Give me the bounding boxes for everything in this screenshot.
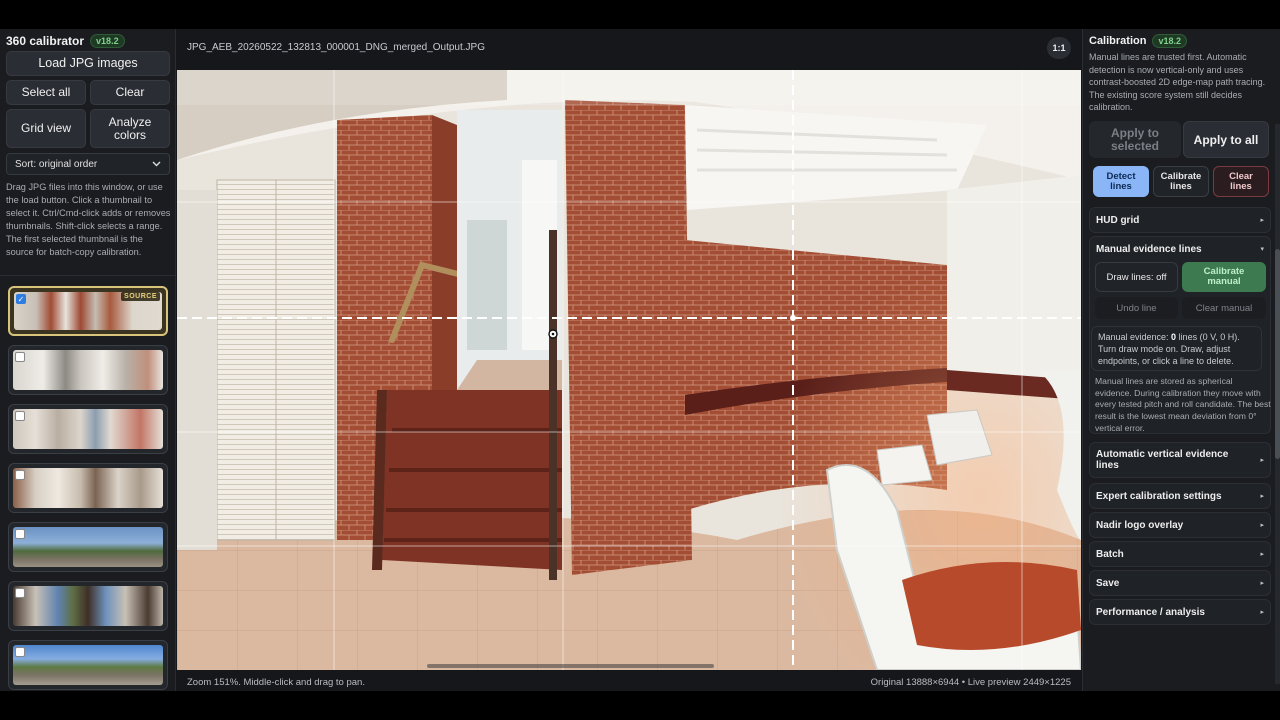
chevron-right-icon: ▸ bbox=[1260, 493, 1264, 500]
thumbnail-checkbox[interactable] bbox=[15, 529, 25, 539]
save-label: Save bbox=[1096, 577, 1120, 589]
manual-evidence-label: Manual evidence lines bbox=[1096, 243, 1202, 255]
clear-manual-button[interactable]: Clear manual bbox=[1182, 297, 1266, 319]
app-window: 360 calibrator v18.2 Load JPG images Sel… bbox=[0, 29, 1280, 691]
nadir-logo-label: Nadir logo overlay bbox=[1096, 519, 1184, 531]
evidence-prefix: Manual evidence: bbox=[1098, 332, 1172, 342]
thumbnail-4[interactable] bbox=[8, 463, 168, 513]
chevron-right-icon: ▸ bbox=[1260, 580, 1264, 587]
app-title: 360 calibrator v18.2 bbox=[6, 34, 125, 48]
manual-evidence-section[interactable]: Manual evidence lines ▾ bbox=[1089, 236, 1271, 262]
resolution-status: Original 13888×6944 • Live preview 2449×… bbox=[870, 677, 1071, 688]
auto-vertical-label: Automatic vertical evidence lines bbox=[1096, 449, 1229, 471]
calibration-panel: Calibration v18.2 Manual lines are trust… bbox=[1082, 29, 1280, 691]
batch-label: Batch bbox=[1096, 548, 1124, 560]
thumbnail-5[interactable] bbox=[8, 522, 168, 572]
left-sidebar: 360 calibrator v18.2 Load JPG images Sel… bbox=[0, 29, 176, 691]
chevron-right-icon: ▸ bbox=[1260, 522, 1264, 529]
chevron-down-icon bbox=[152, 161, 161, 167]
main-viewer-area: JPG_AEB_20260522_132813_000001_DNG_merge… bbox=[177, 29, 1081, 691]
thumbnail-checkbox[interactable] bbox=[15, 411, 25, 421]
thumbnail-checkbox[interactable] bbox=[15, 470, 25, 480]
panorama-image[interactable] bbox=[177, 70, 1081, 670]
zoom-1-1-button[interactable]: 1:1 bbox=[1047, 37, 1071, 59]
grid-view-button[interactable]: Grid view bbox=[6, 109, 86, 148]
thumbnail-3[interactable] bbox=[8, 404, 168, 454]
save-section[interactable]: Save ▸ bbox=[1089, 570, 1271, 596]
apply-to-all-button[interactable]: Apply to all bbox=[1183, 121, 1269, 158]
clear-lines-button[interactable]: Clear lines bbox=[1213, 166, 1269, 197]
chevron-right-icon: ▸ bbox=[1260, 456, 1264, 464]
thumbnail-image bbox=[13, 645, 163, 685]
analyze-colors-button[interactable]: Analyze colors bbox=[90, 109, 170, 148]
select-all-button[interactable]: Select all bbox=[6, 80, 86, 105]
thumbnail-image bbox=[13, 468, 163, 508]
thumbnail-2[interactable] bbox=[8, 345, 168, 395]
expert-settings-section[interactable]: Expert calibration settings ▸ bbox=[1089, 483, 1271, 509]
version-badge: v18.2 bbox=[90, 34, 125, 48]
manual-evidence-status: Manual evidence: 0 lines (0 V, 0 H). Tur… bbox=[1091, 326, 1262, 371]
panorama-viewer[interactable] bbox=[177, 70, 1081, 670]
thumbnail-checkbox[interactable] bbox=[15, 352, 25, 362]
calibrate-manual-button[interactable]: Calibrate manual bbox=[1182, 262, 1266, 292]
thumbnail-image bbox=[13, 350, 163, 390]
chevron-right-icon: ▸ bbox=[1260, 551, 1264, 558]
thumbnail-checkbox[interactable]: ✓ bbox=[16, 294, 26, 304]
auto-vertical-section[interactable]: Automatic vertical evidence lines ▸ bbox=[1089, 442, 1271, 478]
source-tag: SOURCE bbox=[121, 292, 160, 301]
clear-button[interactable]: Clear bbox=[90, 80, 170, 105]
file-name: JPG_AEB_20260522_132813_000001_DNG_merge… bbox=[187, 42, 485, 53]
calibrate-lines-button[interactable]: Calibrate lines bbox=[1153, 166, 1209, 197]
hud-grid-section[interactable]: HUD grid ▸ bbox=[1089, 207, 1271, 233]
viewer-scrollbar[interactable] bbox=[427, 664, 714, 668]
divider bbox=[0, 275, 175, 276]
thumbnail-image bbox=[13, 586, 163, 626]
panel-scrollbar[interactable] bbox=[1275, 124, 1280, 684]
expert-settings-label: Expert calibration settings bbox=[1096, 490, 1222, 502]
chevron-down-icon: ▾ bbox=[1260, 246, 1264, 253]
panel-description: Manual lines are trusted first. Automati… bbox=[1089, 52, 1266, 112]
performance-label: Performance / analysis bbox=[1096, 606, 1205, 618]
app-name: 360 calibrator bbox=[6, 34, 85, 48]
thumbnail-checkbox[interactable] bbox=[15, 647, 25, 657]
detect-lines-button[interactable]: Detect lines bbox=[1093, 166, 1149, 197]
panel-title: Calibration v18.2 bbox=[1089, 34, 1187, 48]
chevron-right-icon: ▸ bbox=[1260, 609, 1264, 616]
thumbnail-1[interactable]: ✓ SOURCE bbox=[8, 286, 168, 336]
help-text: Drag JPG files into this window, or use … bbox=[6, 182, 171, 257]
panel-title-text: Calibration bbox=[1089, 35, 1147, 47]
sort-value: Sort: original order bbox=[15, 158, 98, 170]
performance-section[interactable]: Performance / analysis ▸ bbox=[1089, 599, 1271, 625]
crosshair-icon bbox=[548, 329, 558, 339]
sort-select[interactable]: Sort: original order bbox=[6, 153, 170, 175]
manual-lines-note: Manual lines are stored as spherical evi… bbox=[1095, 376, 1271, 433]
hud-grid-label: HUD grid bbox=[1096, 214, 1140, 226]
thumbnail-6[interactable] bbox=[8, 581, 168, 631]
nadir-logo-section[interactable]: Nadir logo overlay ▸ bbox=[1089, 512, 1271, 538]
draw-lines-toggle[interactable]: Draw lines: off bbox=[1095, 262, 1178, 292]
load-images-button[interactable]: Load JPG images bbox=[6, 51, 170, 76]
chevron-right-icon: ▸ bbox=[1260, 217, 1264, 224]
zoom-status: Zoom 151%. Middle-click and drag to pan. bbox=[187, 677, 365, 688]
apply-to-selected-button[interactable]: Apply to selected bbox=[1089, 121, 1181, 158]
thumbnail-7[interactable] bbox=[8, 640, 168, 690]
thumbnail-checkbox[interactable] bbox=[15, 588, 25, 598]
batch-section[interactable]: Batch ▸ bbox=[1089, 541, 1271, 567]
thumbnail-image bbox=[13, 409, 163, 449]
undo-line-button[interactable]: Undo line bbox=[1095, 297, 1178, 319]
version-badge: v18.2 bbox=[1152, 34, 1187, 48]
thumbnail-image bbox=[13, 527, 163, 567]
